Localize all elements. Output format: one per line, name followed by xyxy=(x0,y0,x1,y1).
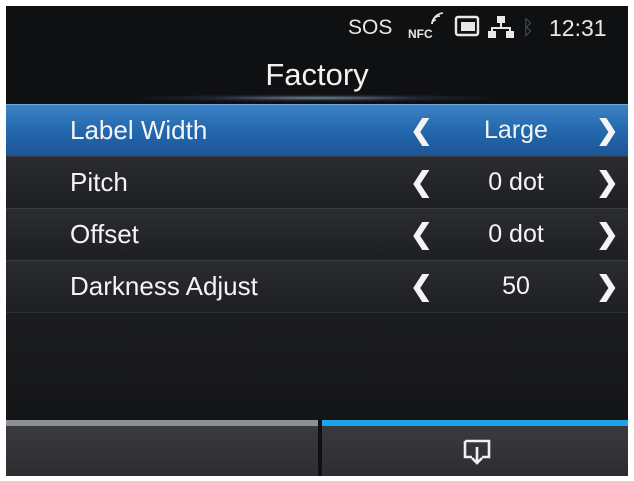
bluetooth-icon: ᛒ xyxy=(522,17,534,39)
chevron-right-icon[interactable]: ❯ xyxy=(596,209,619,260)
chevron-left-icon[interactable]: ❮ xyxy=(410,261,433,312)
status-bar: SOS NFC ᛒ 12:31 xyxy=(6,6,628,48)
printer-display: SOS NFC ᛒ 12:31 Factory Label Width ❮ La… xyxy=(6,6,628,476)
menu-row-pitch[interactable]: Pitch ❮ 0 dot ❯ xyxy=(6,156,628,208)
nfc-waves-icon xyxy=(431,12,444,25)
sos-indicator: SOS xyxy=(348,16,393,39)
chevron-left-icon[interactable]: ❮ xyxy=(410,209,433,260)
nfc-indicator: NFC xyxy=(408,27,433,41)
menu-row-label: Offset xyxy=(70,219,139,249)
clock: 12:31 xyxy=(549,15,607,41)
menu-row-label: Pitch xyxy=(70,167,128,197)
menu-row-label: Label Width xyxy=(70,115,208,145)
menu-row-value: 0 dot xyxy=(488,220,544,248)
settings-list: Label Width ❮ Large ❯ Pitch ❮ 0 dot ❯ Of… xyxy=(6,104,628,312)
menu-row-value: Large xyxy=(484,116,548,144)
menu-row-darkness-adjust[interactable]: Darkness Adjust ❮ 50 ❯ xyxy=(6,260,628,312)
sd-card-icon xyxy=(454,15,480,37)
menu-row-label-width[interactable]: Label Width ❮ Large ❯ xyxy=(6,104,628,156)
chevron-right-icon[interactable]: ❯ xyxy=(596,157,619,208)
chevron-left-icon[interactable]: ❮ xyxy=(410,157,433,208)
menu-row-value: 0 dot xyxy=(488,168,544,196)
title-underline-glow xyxy=(126,94,506,102)
menu-row-label: Darkness Adjust xyxy=(70,271,258,301)
soft-key-bar xyxy=(6,420,628,476)
print-feed-icon xyxy=(463,439,491,465)
soft-key-feed[interactable] xyxy=(322,420,628,476)
lan-network-icon xyxy=(488,16,514,38)
chevron-right-icon[interactable]: ❯ xyxy=(596,105,619,156)
menu-row-offset[interactable]: Offset ❮ 0 dot ❯ xyxy=(6,208,628,260)
page-title: Factory xyxy=(265,57,369,92)
soft-key-left[interactable] xyxy=(6,420,318,476)
chevron-right-icon[interactable]: ❯ xyxy=(596,261,619,312)
menu-row-value: 50 xyxy=(502,272,530,300)
list-empty-area xyxy=(6,312,628,421)
chevron-left-icon[interactable]: ❮ xyxy=(410,105,433,156)
